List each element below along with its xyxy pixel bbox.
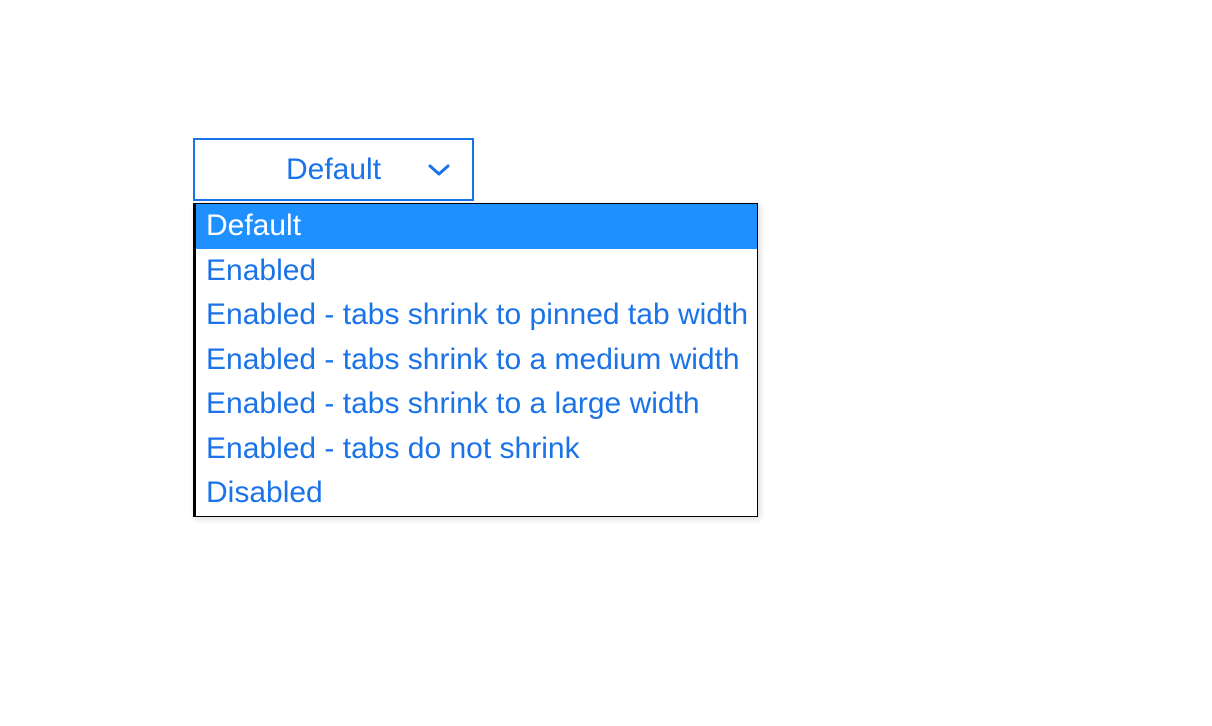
- dropdown-option-enabled-noshrink[interactable]: Enabled - tabs do not shrink: [196, 427, 757, 472]
- dropdown-option-enabled-pinned[interactable]: Enabled - tabs shrink to pinned tab widt…: [196, 293, 757, 338]
- chevron-down-icon: [428, 163, 450, 177]
- dropdown-selected-value: Default: [286, 153, 381, 187]
- dropdown-option-disabled[interactable]: Disabled: [196, 471, 757, 516]
- dropdown-list: Default Enabled Enabled - tabs shrink to…: [193, 203, 758, 517]
- dropdown-option-default[interactable]: Default: [196, 204, 757, 249]
- dropdown-container: Default Default Enabled Enabled - tabs s…: [193, 138, 474, 201]
- dropdown-option-enabled-medium[interactable]: Enabled - tabs shrink to a medium width: [196, 338, 757, 383]
- dropdown-button[interactable]: Default: [193, 138, 474, 201]
- dropdown-option-enabled-large[interactable]: Enabled - tabs shrink to a large width: [196, 382, 757, 427]
- dropdown-option-enabled[interactable]: Enabled: [196, 249, 757, 294]
